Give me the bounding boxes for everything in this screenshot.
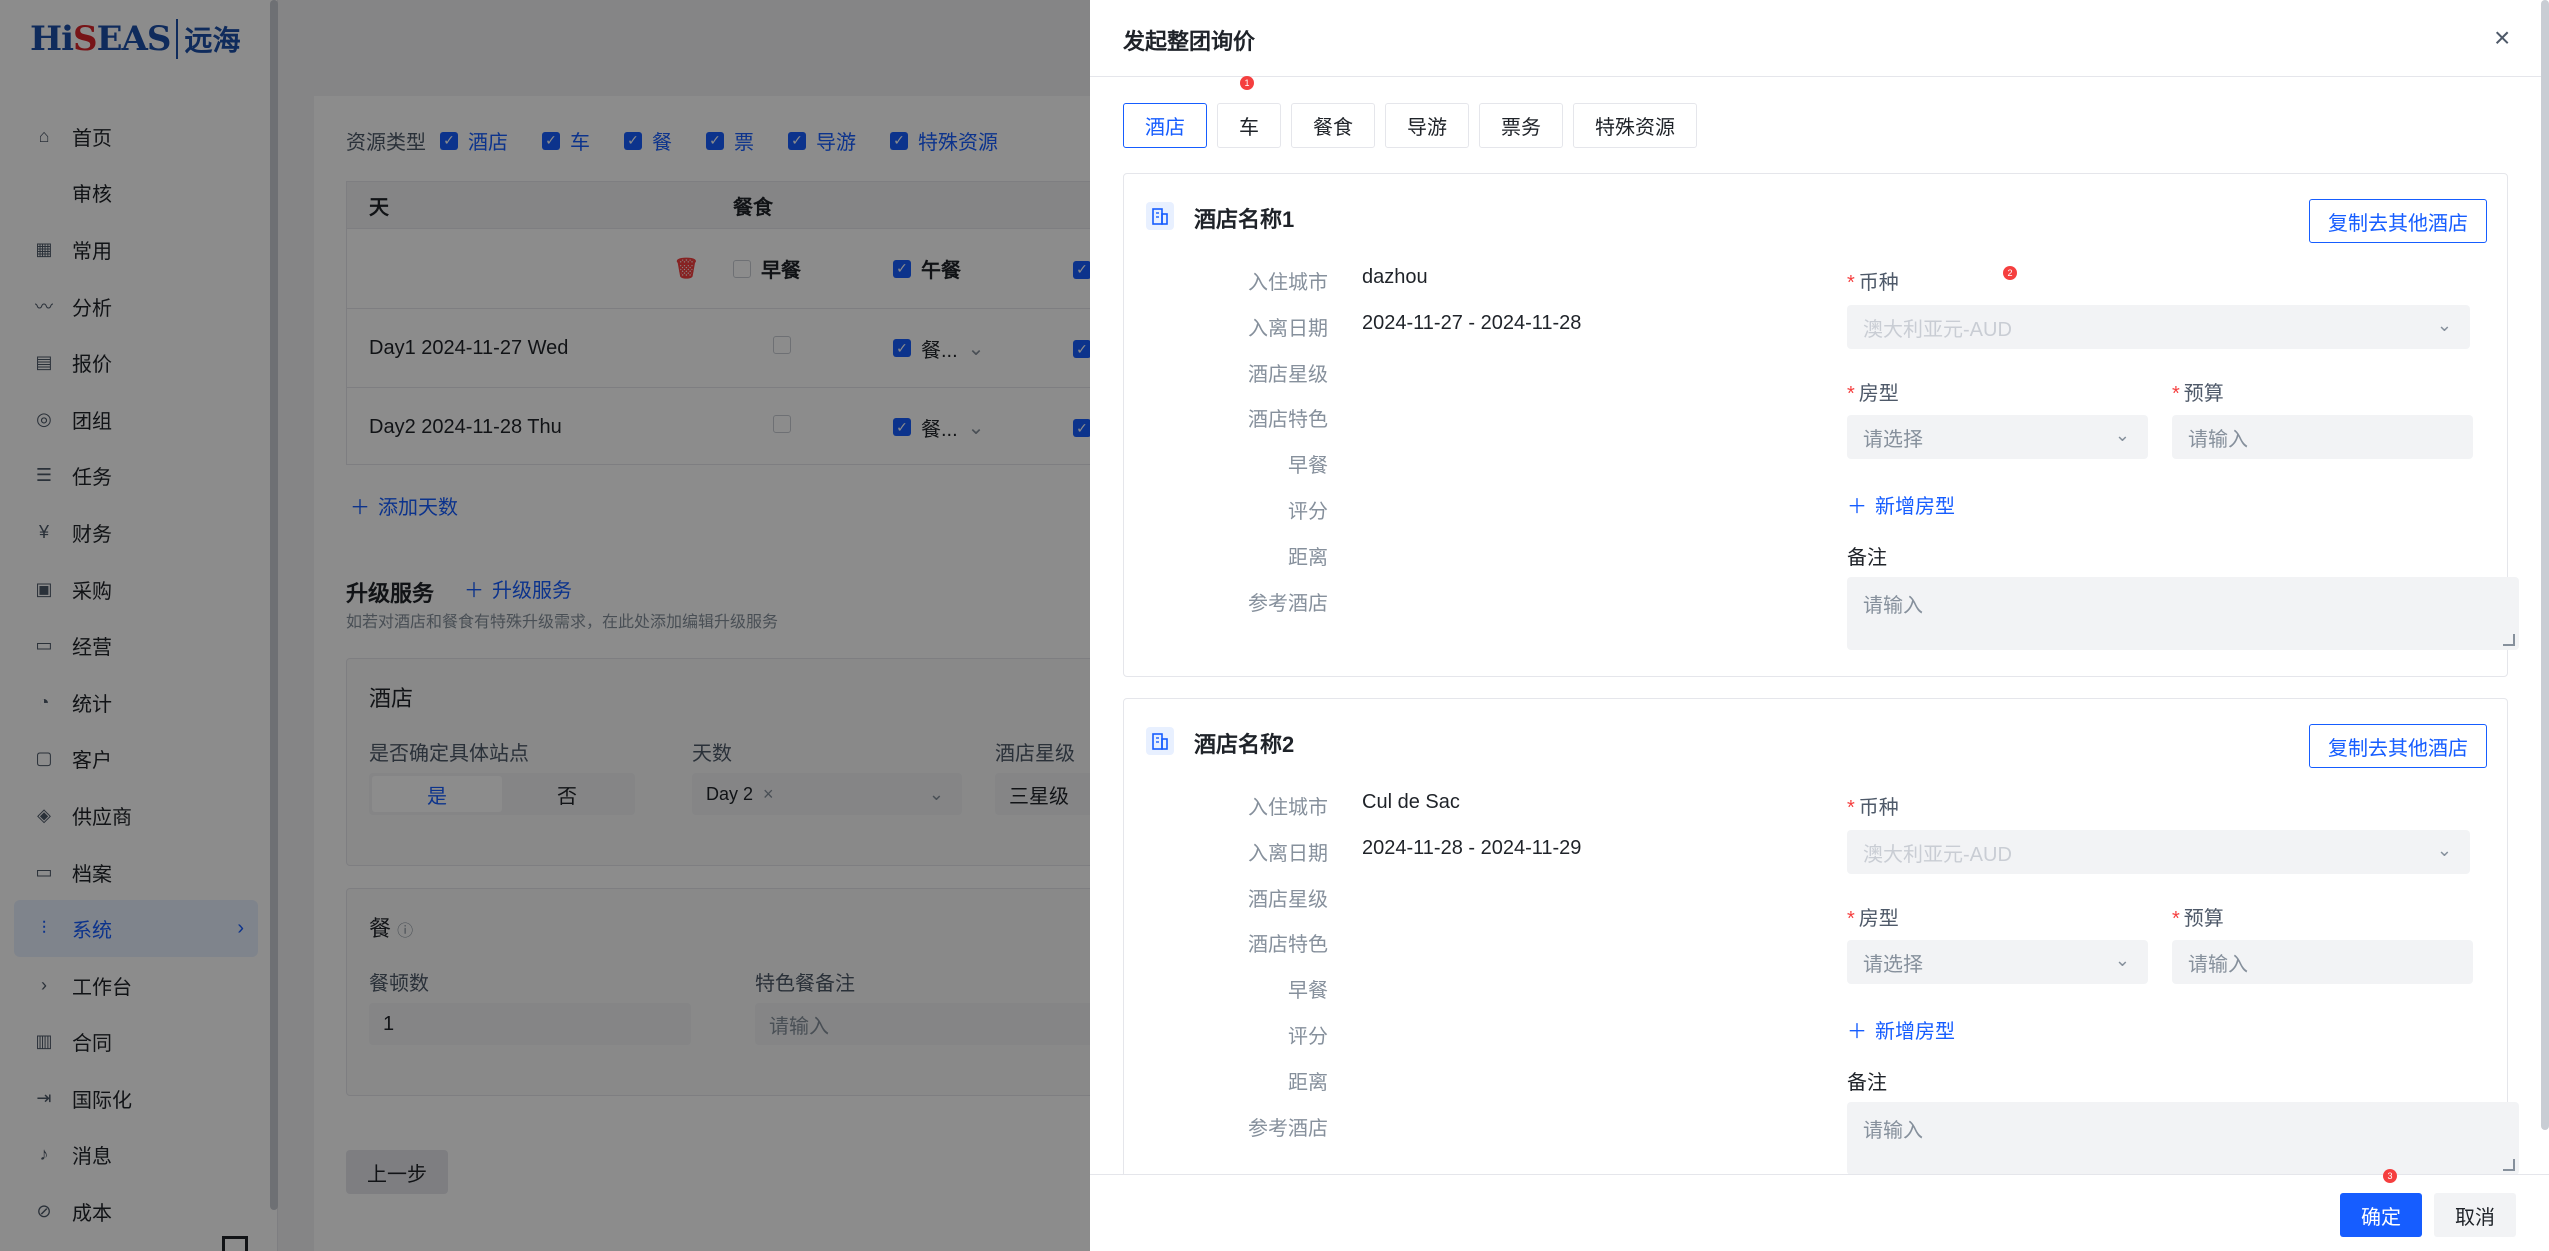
hotel-name: 酒店名称2 [1194,732,1295,757]
rating-label: 评分 [1288,501,1328,523]
room-type-label: * 房型 [1847,908,1899,930]
hotel-card: 酒店名称2 复制去其他酒店 入住城市 Cul de Sac 入离日期 2024-… [1123,698,2519,1198]
currency-label: * 币种 [1847,797,1899,819]
currency-label: * 币种 [1847,272,1899,294]
currency-select[interactable]: 澳大利亚元-AUD ⌄ [1847,305,2470,349]
close-icon[interactable]: × [2494,22,2510,54]
budget-input[interactable]: 请输入 [2172,940,2473,984]
building-icon [1146,727,1174,755]
tab-hotel[interactable]: 酒店 [1123,103,1207,148]
remark-label: 备注 [1847,547,1887,569]
chevron-down-icon: ⌄ [2436,315,2452,335]
dates-label: 入离日期 [1248,318,1328,340]
drawer-header: 发起整团询价 × [1090,0,2549,77]
city-label: 入住城市 [1248,797,1328,819]
star-label: 酒店星级 [1248,364,1328,386]
copy-to-other-hotel-button[interactable]: 复制去其他酒店 [2309,199,2487,243]
resize-handle-icon[interactable] [2503,1159,2515,1171]
dates-label: 入离日期 [1248,843,1328,865]
copy-to-other-hotel-button[interactable]: 复制去其他酒店 [2309,724,2487,768]
city-value: dazhou [1362,266,1428,288]
budget-input[interactable]: 请输入 [2172,415,2473,459]
city-label: 入住城市 [1248,272,1328,294]
dates-value: 2024-11-27 - 2024-11-28 [1362,312,1582,334]
chevron-down-icon: ⌄ [2436,840,2452,860]
dates-value: 2024-11-28 - 2024-11-29 [1362,837,1582,859]
remark-label: 备注 [1847,1072,1887,1094]
drawer-title: 发起整团询价 [1123,29,1256,54]
room-type-select[interactable]: 请选择 ⌄ [1847,415,2148,459]
drawer-scrollbar[interactable] [2541,0,2549,1130]
resource-tabs: 酒店 车 餐食 导游 票务 特殊资源 [1123,103,1707,148]
star-label: 酒店星级 [1248,889,1328,911]
confirm-button[interactable]: 确定 [2340,1193,2422,1237]
tab-car[interactable]: 车 [1217,103,1281,148]
reference-label: 参考酒店 [1248,593,1328,615]
feature-label: 酒店特色 [1248,934,1328,956]
badge-dot: 2 [2003,266,2017,280]
tab-special[interactable]: 特殊资源 [1573,103,1697,148]
distance-label: 距离 [1288,547,1328,569]
distance-label: 距离 [1288,1072,1328,1094]
reference-label: 参考酒店 [1248,1118,1328,1140]
feature-label: 酒店特色 [1248,409,1328,431]
budget-label: * 预算 [2172,908,2224,930]
remark-textarea[interactable]: 请输入 [1847,1102,2519,1175]
tab-guide[interactable]: 导游 [1385,103,1469,148]
cancel-button[interactable]: 取消 [2434,1193,2516,1237]
chevron-down-icon: ⌄ [2114,950,2130,970]
breakfast-label: 早餐 [1288,980,1328,1002]
breakfast-label: 早餐 [1288,455,1328,477]
hotel-card: 酒店名称1 复制去其他酒店 入住城市 dazhou 入离日期 2024-11-2… [1123,173,2519,677]
rating-label: 评分 [1288,1026,1328,1048]
badge-dot: 1 [1240,76,1254,90]
inquiry-drawer: 发起整团询价 × 1 酒店 车 餐食 导游 票务 特殊资源 酒店名称1 复制去其… [1090,0,2549,1251]
tab-meal[interactable]: 餐食 [1291,103,1375,148]
city-value: Cul de Sac [1362,791,1460,813]
drawer-footer: 3 确定 取消 [1090,1169,2549,1251]
add-room-type-link[interactable]: ＋新增房型 [1847,1015,1955,1044]
plus-icon: ＋ [1847,496,1867,518]
badge-dot: 3 [2383,1169,2397,1183]
chevron-down-icon: ⌄ [2114,425,2130,445]
room-type-label: * 房型 [1847,383,1899,405]
room-type-select[interactable]: 请选择 ⌄ [1847,940,2148,984]
currency-select[interactable]: 澳大利亚元-AUD ⌄ [1847,830,2470,874]
hotel-name: 酒店名称1 [1194,207,1295,232]
building-icon [1146,202,1174,230]
plus-icon: ＋ [1847,1021,1867,1043]
resize-handle-icon[interactable] [2503,634,2515,646]
budget-label: * 预算 [2172,383,2224,405]
tab-ticket[interactable]: 票务 [1479,103,1563,148]
add-room-type-link[interactable]: ＋新增房型 [1847,490,1955,519]
remark-textarea[interactable]: 请输入 [1847,577,2519,650]
